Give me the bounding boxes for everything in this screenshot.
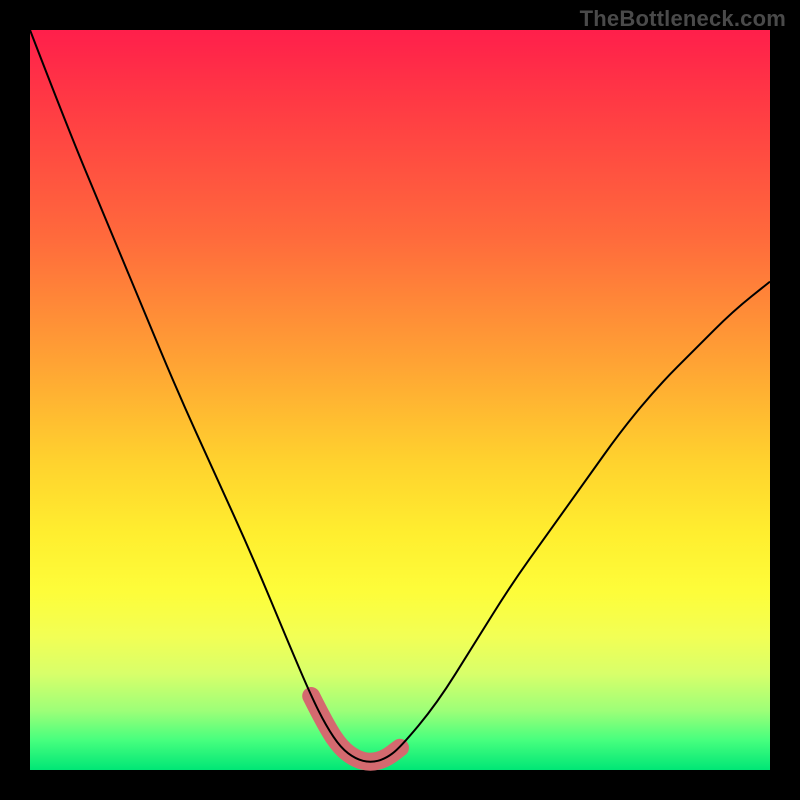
plot-area: [30, 30, 770, 770]
bottleneck-curve: [30, 30, 770, 762]
watermark-text: TheBottleneck.com: [580, 6, 786, 32]
curve-layer: [30, 30, 770, 770]
accent-path: [311, 696, 400, 762]
chart-frame: TheBottleneck.com: [0, 0, 800, 800]
